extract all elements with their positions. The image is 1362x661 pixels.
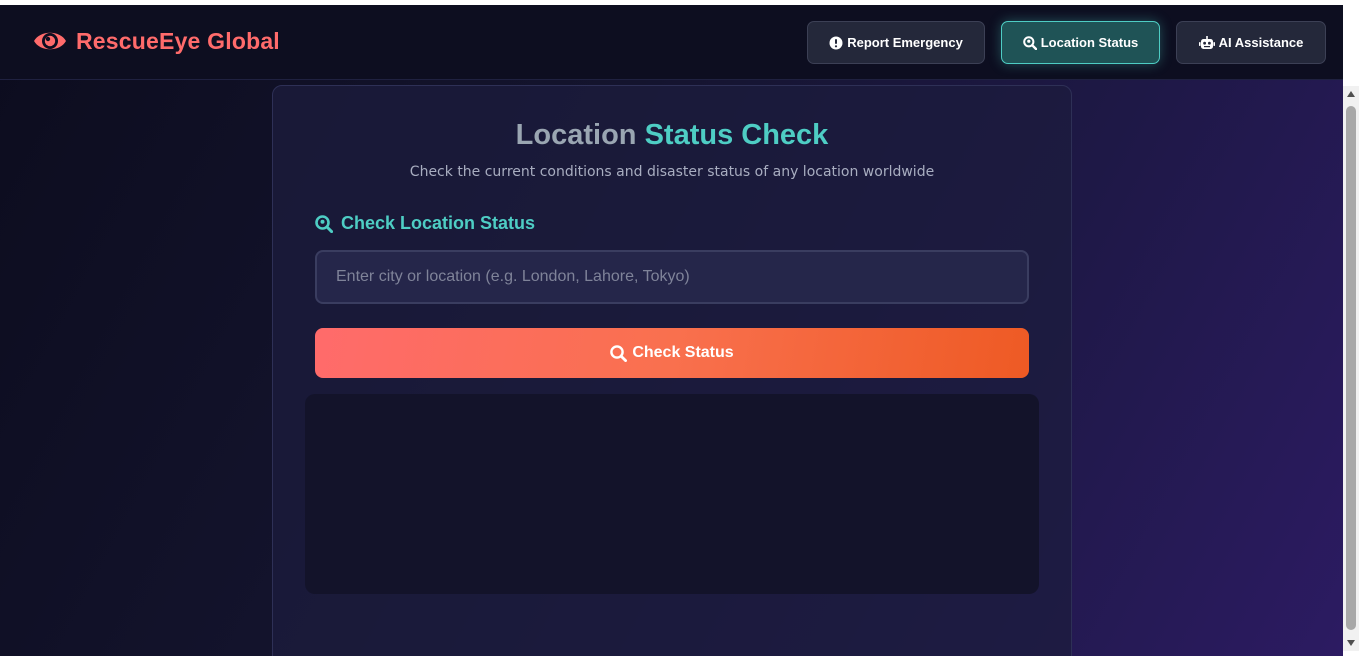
browser-bottom-edge [0,656,1362,661]
check-status-button[interactable]: Check Status [315,328,1029,378]
location-status-button[interactable]: Location Status [1001,21,1160,64]
page-scrollbar[interactable] [1343,86,1359,651]
scroll-down-arrow[interactable] [1343,635,1359,651]
brand-logo[interactable]: RescueEye Global [32,26,280,56]
search-icon [610,344,628,362]
eye-icon [34,32,66,50]
ai-assistance-label: AI Assistance [1218,35,1304,50]
report-emergency-button[interactable]: Report Emergency [807,21,985,64]
scroll-up-arrow[interactable] [1343,86,1359,102]
ai-assistance-button[interactable]: AI Assistance [1176,21,1326,64]
section-heading: Check Location Status [315,213,535,234]
search-location-icon [315,214,333,233]
header: RescueEye Global Report Emergency Locati… [0,5,1343,80]
brand-name: RescueEye Global [76,27,280,54]
page-subtitle: Check the current conditions and disaste… [409,164,935,180]
search-location-icon [1022,35,1037,50]
section-heading-label: Check Location Status [341,213,536,233]
app-root: RescueEye Global Report Emergency Locati… [0,5,1343,656]
status-result-panel [305,394,1039,594]
exclamation-circle-icon [829,36,843,49]
location-status-card: Location Status Check Check the current … [272,85,1072,656]
report-emergency-label: Report Emergency [847,35,963,50]
location-search-input[interactable] [315,250,1029,304]
page-title-part1: Location [515,119,637,151]
chevron-up-icon [1347,91,1355,97]
check-status-label: Check Status [632,344,734,361]
page-title: Location Status Check [273,119,1071,152]
chevron-down-icon [1347,640,1355,646]
location-status-label: Location Status [1040,35,1139,50]
page-title-part2: Status Check [644,119,829,151]
scroll-thumb[interactable] [1346,106,1356,630]
robot-icon [1198,35,1215,49]
